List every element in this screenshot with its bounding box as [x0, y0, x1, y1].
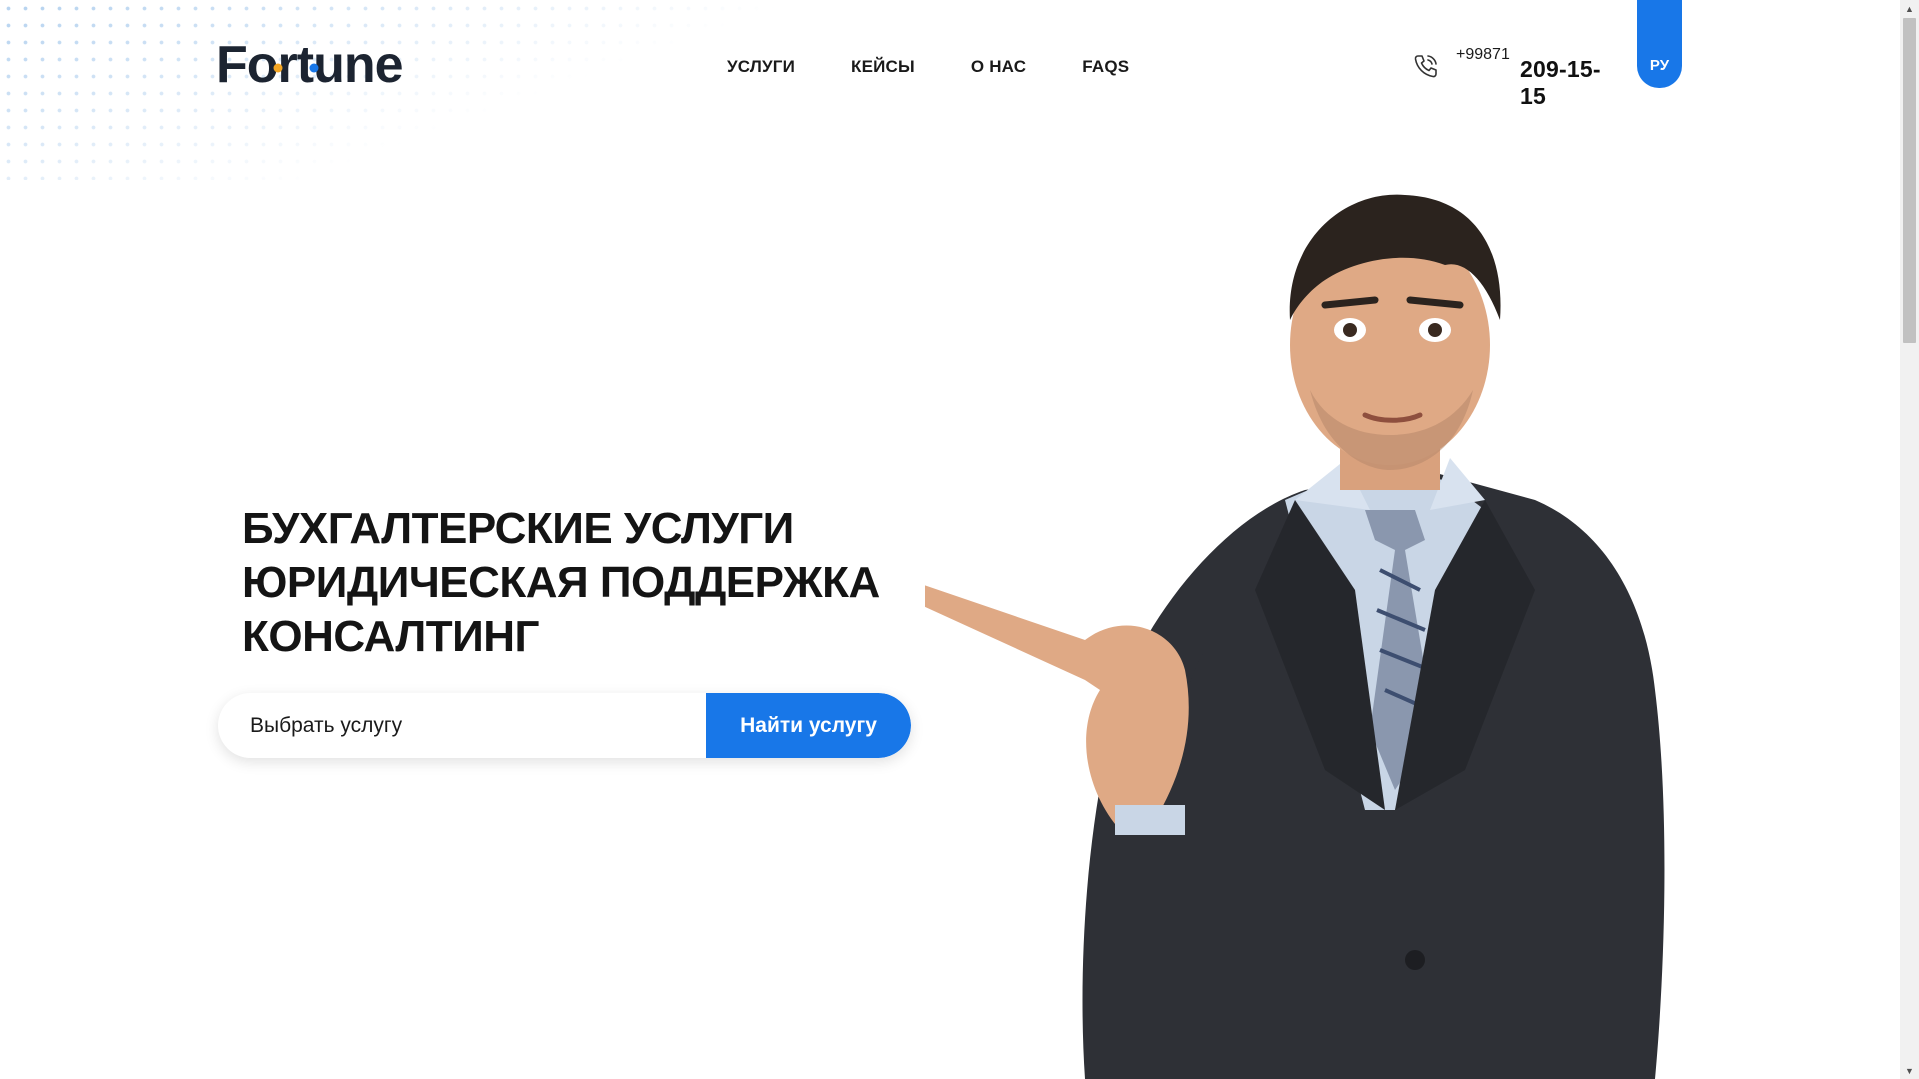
nav-item-faqs[interactable]: FAQS — [1082, 57, 1129, 77]
language-switch[interactable]: РУ — [1637, 0, 1682, 88]
hero-title-line-1: БУХГАЛТЕРСКИЕ УСЛУГИ — [242, 504, 794, 553]
find-service-button[interactable]: Найти услугу — [706, 693, 911, 758]
hero-title-line-2: ЮРИДИЧЕСКАЯ ПОДДЕРЖКА — [242, 558, 880, 607]
phone-contact[interactable]: +99871 209-15-15 — [1412, 44, 1622, 109]
logo-wordmark: Fortune — [216, 36, 404, 94]
phone-code: +99871 — [1456, 46, 1510, 63]
scroll-up-arrow-icon[interactable]: ▲ — [1900, 0, 1919, 17]
hero-title: БУХГАЛТЕРСКИЕ УСЛУГИ ЮРИДИЧЕСКАЯ ПОДДЕРЖ… — [242, 502, 880, 664]
phone-number: 209-15-15 — [1520, 56, 1601, 109]
svg-text:Fortune: Fortune — [216, 36, 403, 94]
scroll-down-arrow-icon[interactable]: ▼ — [1900, 1062, 1919, 1079]
logo[interactable]: Fortune — [216, 36, 436, 96]
nav-item-about[interactable]: О НАС — [971, 57, 1026, 77]
service-search: Найти услугу — [218, 693, 911, 758]
dot-pattern-decoration — [0, 0, 960, 180]
main-nav: УСЛУГИ КЕЙСЫ О НАС FAQS — [727, 57, 1185, 77]
vertical-scrollbar[interactable]: ▲ ▼ — [1900, 0, 1919, 1079]
scrollbar-thumb[interactable] — [1903, 18, 1916, 343]
service-search-input[interactable] — [218, 693, 706, 758]
nav-item-services[interactable]: УСЛУГИ — [727, 57, 795, 77]
nav-item-cases[interactable]: КЕЙСЫ — [851, 57, 915, 77]
hero-person-image — [925, 194, 1665, 1079]
phone-icon — [1414, 55, 1437, 78]
page: Fortune УСЛУГИ КЕЙСЫ О НАС FAQS +99871 2… — [0, 0, 1919, 1079]
hero-title-line-3: КОНСАЛТИНГ — [242, 612, 539, 661]
